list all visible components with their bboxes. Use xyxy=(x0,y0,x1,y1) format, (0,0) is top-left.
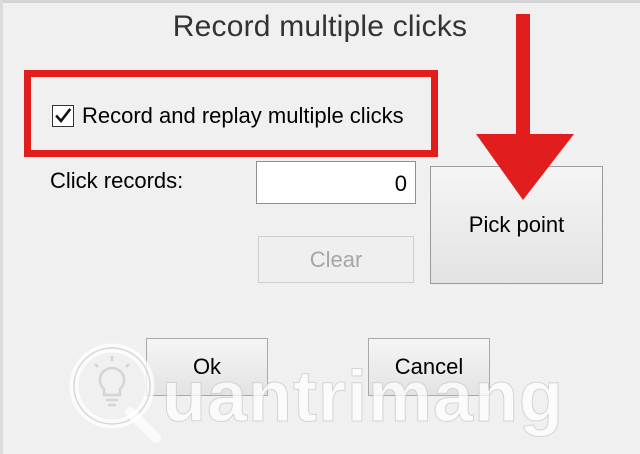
ok-button[interactable]: Ok xyxy=(146,338,268,396)
dialog-top-edge xyxy=(0,0,640,3)
click-records-label: Click records: xyxy=(50,168,184,193)
cancel-button[interactable]: Cancel xyxy=(368,338,490,396)
checkmark-icon xyxy=(55,108,72,124)
click-records-field[interactable]: 0 xyxy=(256,161,416,204)
clear-button[interactable]: Clear xyxy=(258,236,414,283)
record-replay-checkbox-label: Record and replay multiple clicks xyxy=(82,103,404,128)
arrow-down-icon xyxy=(476,14,574,200)
record-multiple-clicks-dialog: Record multiple clicks Record and replay… xyxy=(0,0,640,454)
dialog-left-edge xyxy=(0,0,3,454)
record-replay-option[interactable]: Record and replay multiple clicks xyxy=(52,102,404,130)
record-replay-checkbox[interactable] xyxy=(52,105,74,127)
